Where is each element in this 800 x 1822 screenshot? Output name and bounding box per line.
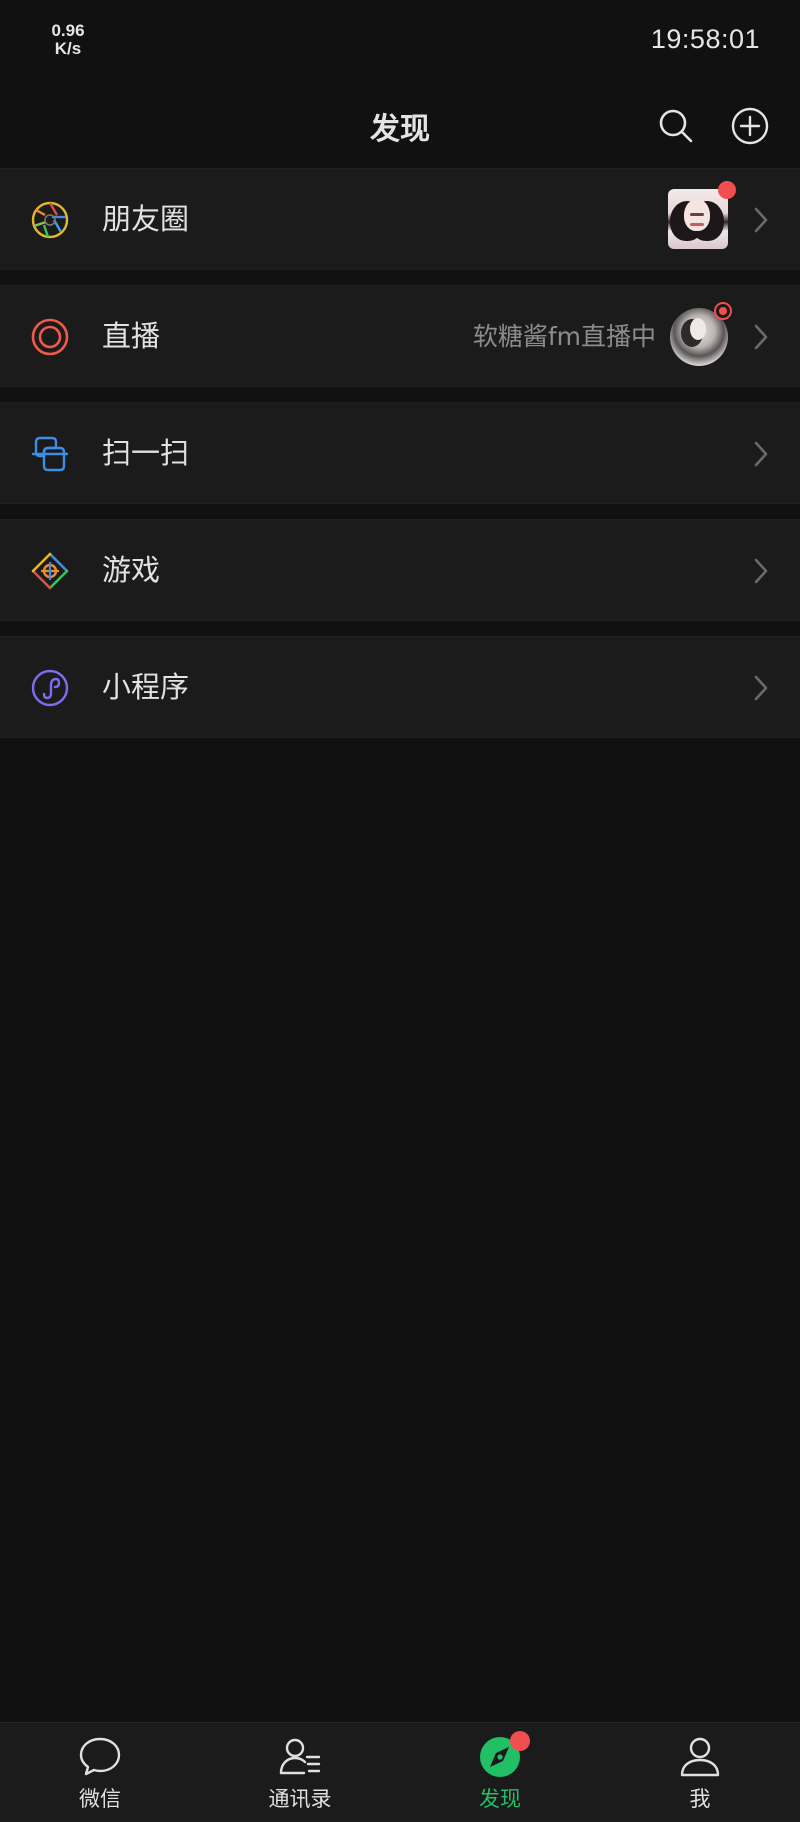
search-icon <box>659 109 693 143</box>
menu-item-label: 小程序 <box>102 670 190 704</box>
status-time: 19:58:01 <box>650 24 760 54</box>
network-speed-value: 0.96 <box>51 21 85 40</box>
moments-aperture-icon <box>31 201 69 239</box>
menu-item-label: 朋友圈 <box>102 202 190 236</box>
person-icon <box>680 1737 720 1777</box>
network-speed: 0.96 K/s <box>40 22 96 58</box>
menu-item-live[interactable]: 直播 软糖酱fm直播中 <box>0 285 800 387</box>
menu-item-label: 直播 <box>102 319 161 353</box>
tab-label: 微信 <box>79 1787 121 1811</box>
chevron-right-icon <box>754 324 768 350</box>
tab-label: 我 <box>689 1787 711 1811</box>
live-status-text: 软糖酱fm直播中 <box>472 322 656 351</box>
game-diamond-icon <box>31 552 69 590</box>
tab-discover[interactable]: 发现 <box>400 1723 600 1822</box>
menu-item-label: 游戏 <box>102 553 161 587</box>
tab-me[interactable]: 我 <box>600 1723 800 1822</box>
chevron-right-icon <box>754 207 768 233</box>
tab-label: 通讯录 <box>268 1787 332 1811</box>
live-indicator <box>714 302 732 320</box>
tab-label: 发现 <box>479 1787 521 1811</box>
chevron-right-icon <box>754 675 768 701</box>
chevron-right-icon <box>754 558 768 584</box>
tab-contacts[interactable]: 通讯录 <box>200 1723 400 1822</box>
add-button[interactable] <box>726 102 774 150</box>
contacts-icon <box>279 1738 321 1775</box>
moments-thumbnail <box>668 181 736 249</box>
menu-item-scan[interactable]: 扫一扫 <box>0 402 800 504</box>
new-post-dot <box>718 181 736 199</box>
menu-item-moments[interactable]: 朋友圈 <box>0 168 800 270</box>
search-button[interactable] <box>652 102 700 150</box>
discover-screen: 0.96 K/s 19:58:01 发现 朋友圈 直播 软糖酱fm直播中 扫一扫… <box>0 0 800 1822</box>
moments-thumbnail-image <box>668 189 728 249</box>
bottom-tab-bar: 微信 通讯录 发现 我 <box>0 1722 800 1822</box>
plus-circle-icon <box>731 107 769 145</box>
mini-program-icon <box>31 669 69 707</box>
live-avatar <box>670 302 732 366</box>
discover-badge-dot <box>510 1731 530 1751</box>
menu-item-mini-programs[interactable]: 小程序 <box>0 636 800 738</box>
tab-chats[interactable]: 微信 <box>0 1723 200 1822</box>
top-header: 发现 <box>0 84 800 168</box>
chat-bubble-icon <box>79 1737 121 1776</box>
status-bar: 0.96 K/s 19:58:01 <box>0 0 800 84</box>
scan-icon <box>31 436 69 472</box>
chevron-right-icon <box>754 441 768 467</box>
network-speed-unit: K/s <box>54 39 82 58</box>
menu-item-label: 扫一扫 <box>102 436 190 470</box>
live-ring-icon <box>31 318 69 356</box>
menu-item-games[interactable]: 游戏 <box>0 519 800 621</box>
